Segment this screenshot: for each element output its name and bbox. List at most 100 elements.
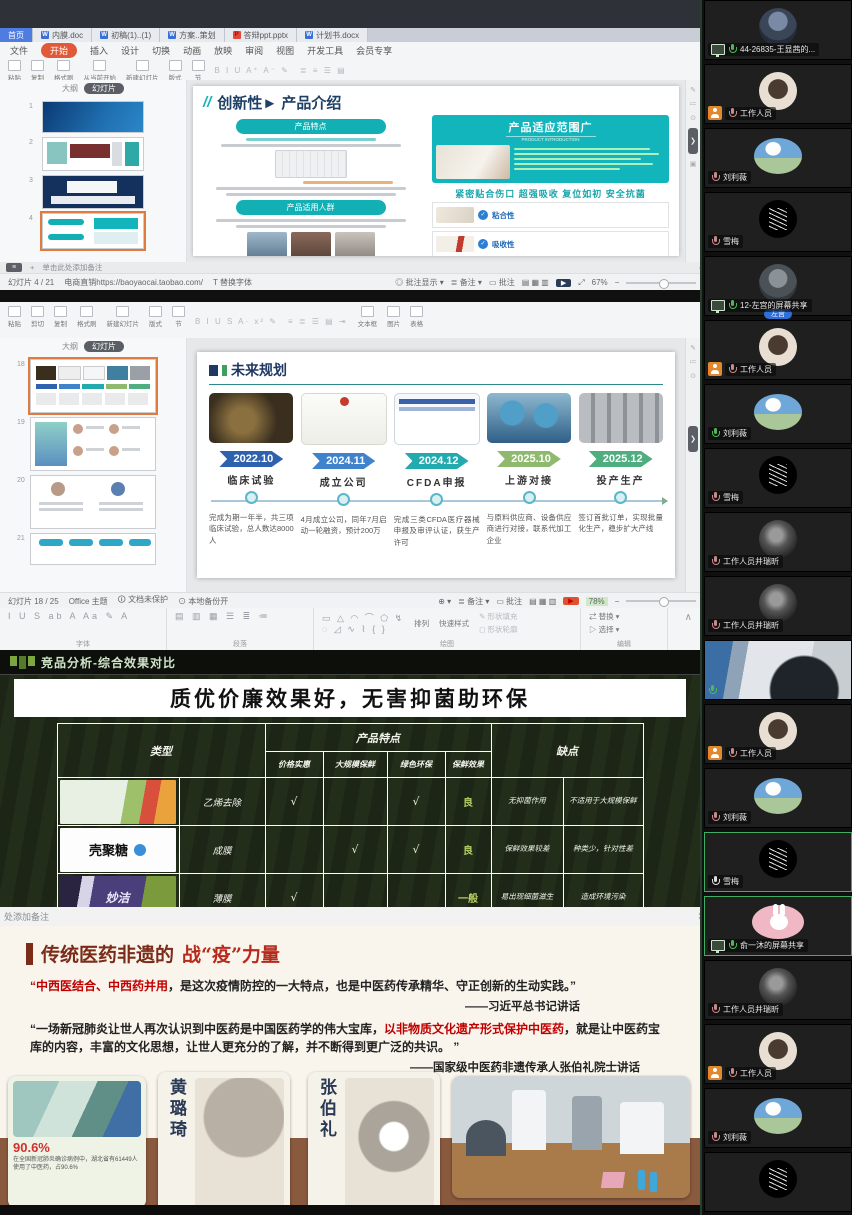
- view-mode-icons[interactable]: ▤ ▦ ▥: [522, 278, 549, 287]
- participant-tile[interactable]: 工作人员井瑞昕: [704, 576, 852, 636]
- fit-window-button[interactable]: ⤢: [578, 278, 584, 288]
- participant-tile[interactable]: 工作人员: [704, 704, 852, 764]
- slideshow-play-button[interactable]: ▶: [563, 597, 578, 605]
- ribbon-tab-dev[interactable]: 开发工具: [307, 44, 343, 57]
- paragraph-tool-icons[interactable]: ▤ ▥ ▦ ☰ ≣ ≔: [175, 611, 305, 622]
- quick-styles-button[interactable]: 快速样式: [439, 618, 469, 629]
- paste-button[interactable]: 粘贴: [8, 60, 21, 82]
- zoom-out-button[interactable]: −: [615, 278, 620, 287]
- ribbon-tab-file[interactable]: 文件: [10, 44, 28, 57]
- new-slide-plus[interactable]: +: [30, 263, 34, 272]
- pane-tab-outline[interactable]: 大纲: [62, 83, 78, 94]
- view-mode-icons[interactable]: ▤ ▦ ▥: [529, 597, 556, 606]
- ribbon-tab-member[interactable]: 会员专享: [356, 44, 392, 57]
- tab-doc-1[interactable]: W内膜.doc: [33, 28, 92, 42]
- ribbon-tab-start[interactable]: 开始: [41, 43, 77, 58]
- backup-indicator[interactable]: ⊙ 本地备份开: [178, 596, 228, 607]
- pane-tab-slides[interactable]: 幻灯片: [84, 83, 124, 94]
- layout-button[interactable]: 版式: [169, 60, 182, 82]
- protect-indicator[interactable]: 🛈 文档未保护: [118, 594, 168, 608]
- tool-icon[interactable]: ⊙: [690, 372, 696, 380]
- cut-button[interactable]: 剪切: [31, 306, 44, 328]
- section-button[interactable]: 节: [192, 60, 205, 82]
- textbox-button[interactable]: 文本框: [358, 306, 378, 328]
- participant-tile[interactable]: 工作人员井瑞昕: [704, 960, 852, 1020]
- insert-button[interactable]: ⊕ ▾: [438, 597, 451, 606]
- new-slide-button[interactable]: 新建幻灯片: [107, 306, 140, 328]
- tab-doc-3[interactable]: W方案..策划: [160, 28, 224, 42]
- slide-thumbnail-4-selected[interactable]: 4: [42, 213, 144, 249]
- annotation-button[interactable]: ▭ 批注: [496, 596, 522, 607]
- tab-doc-2[interactable]: W初稿(1)..(1): [92, 28, 160, 42]
- tool-icon[interactable]: ≔: [690, 358, 697, 366]
- participant-tile[interactable]: 刘利薇: [704, 384, 852, 444]
- slide-thumbnail-3[interactable]: 3: [42, 175, 144, 209]
- pane-collapse-handle[interactable]: ❯: [688, 128, 698, 154]
- tool-icon[interactable]: ✎: [690, 344, 696, 352]
- slide-thumbnail-21[interactable]: 21: [30, 533, 156, 565]
- play-from-current-button[interactable]: 从当前开始: [84, 60, 117, 82]
- notes-button[interactable]: ≣ 备注 ▾: [458, 596, 489, 607]
- zoom-out-button[interactable]: −: [615, 597, 620, 606]
- zoom-slider[interactable]: [626, 282, 696, 284]
- tool-icon[interactable]: ⊙: [690, 114, 696, 122]
- shape-gallery[interactable]: ▭ △ ◠ ⌒ ⬠ ↯◌ ◿ ∿ ⌇ { }: [322, 611, 404, 635]
- menu-button[interactable]: ≡: [6, 263, 22, 272]
- participant-tile-active-speaker[interactable]: 雪梅: [704, 832, 852, 892]
- tool-icon[interactable]: ✎: [690, 86, 696, 94]
- pane-tab-slides[interactable]: 幻灯片: [84, 341, 124, 352]
- ribbon-tab-view[interactable]: 视图: [276, 44, 294, 57]
- annotation-button[interactable]: ▭ 批注: [489, 277, 515, 288]
- arrange-button[interactable]: 排列: [414, 618, 429, 629]
- notes-placeholder[interactable]: 单击此处添加备注: [42, 262, 102, 273]
- format-painter-button[interactable]: 格式刷: [77, 306, 97, 328]
- tab-doc-5[interactable]: W计划书.docx: [297, 28, 368, 42]
- table-button[interactable]: 表格: [410, 306, 423, 328]
- participant-tile[interactable]: 工作人员井瑞昕: [704, 512, 852, 572]
- tool-icon[interactable]: ▣: [690, 160, 697, 168]
- pane-collapse-handle[interactable]: ❯: [688, 426, 698, 452]
- participant-tile[interactable]: 工作人员: [704, 320, 852, 380]
- copy-button[interactable]: 复制: [54, 306, 67, 328]
- notes-partial-text[interactable]: 处添加备注: [4, 910, 49, 923]
- participant-tile[interactable]: 雪梅: [704, 448, 852, 508]
- participant-tile[interactable]: 左宫 12-左宫的屏幕共享: [704, 256, 852, 316]
- slide-thumbnail-2[interactable]: 2: [42, 137, 144, 171]
- slide-thumbnail-20[interactable]: 20: [30, 475, 156, 529]
- participant-tile[interactable]: [704, 1152, 852, 1212]
- slideshow-play-button[interactable]: ▶: [556, 279, 571, 287]
- replace-font-button[interactable]: T 替换字体: [213, 277, 252, 288]
- ribbon-tab-slideshow[interactable]: 放映: [214, 44, 232, 57]
- comments-toggle[interactable]: ◎ 批注显示 ▾: [395, 277, 443, 288]
- participant-tile[interactable]: 雪梅: [704, 192, 852, 252]
- participant-tile[interactable]: 刘利薇: [704, 1088, 852, 1148]
- image-button[interactable]: 图片: [387, 306, 400, 328]
- section-button[interactable]: 节: [172, 306, 185, 328]
- ribbon-collapse-button[interactable]: ∧: [677, 608, 700, 650]
- ribbon-tab-review[interactable]: 审阅: [245, 44, 263, 57]
- participant-tile[interactable]: 44-26835-王显茜的...: [704, 0, 852, 60]
- shape-outline-button[interactable]: ◻ 形状轮廓: [479, 624, 517, 635]
- ribbon-tab-animation[interactable]: 动画: [183, 44, 201, 57]
- new-slide-button[interactable]: 新建幻灯片: [126, 60, 159, 82]
- participant-tile[interactable]: 工作人员: [704, 1024, 852, 1084]
- participant-tile-screen-sharer[interactable]: 俞一沐的屏幕共享: [704, 896, 852, 956]
- shape-fill-button[interactable]: ✎ 形状填充: [479, 611, 517, 622]
- layout-button[interactable]: 版式: [149, 306, 162, 328]
- notes-button[interactable]: ≣ 备注 ▾: [451, 277, 482, 288]
- select-button[interactable]: ▷ 选择 ▾: [589, 624, 659, 635]
- paste-button[interactable]: 粘贴: [8, 306, 21, 328]
- pane-tab-outline[interactable]: 大纲: [62, 341, 78, 352]
- copy-button[interactable]: 复制: [31, 60, 44, 82]
- participant-tile-live-video[interactable]: [704, 640, 852, 700]
- participant-tile[interactable]: 刘利薇: [704, 768, 852, 828]
- slide-thumbnail-18-selected[interactable]: 18: [30, 359, 156, 413]
- tool-icon[interactable]: ≔: [690, 100, 697, 108]
- font-tool-icons[interactable]: I U S ab A Aa ✎ A: [8, 611, 158, 622]
- participant-tile[interactable]: 工作人员: [704, 64, 852, 124]
- tab-ppt-active[interactable]: P答辩ppt.pptx: [225, 28, 297, 42]
- zoom-slider[interactable]: [626, 600, 696, 602]
- slide-thumbnail-1[interactable]: 1: [42, 101, 144, 133]
- participant-tile[interactable]: 刘利薇: [704, 128, 852, 188]
- slide-thumbnail-19[interactable]: 19: [30, 417, 156, 471]
